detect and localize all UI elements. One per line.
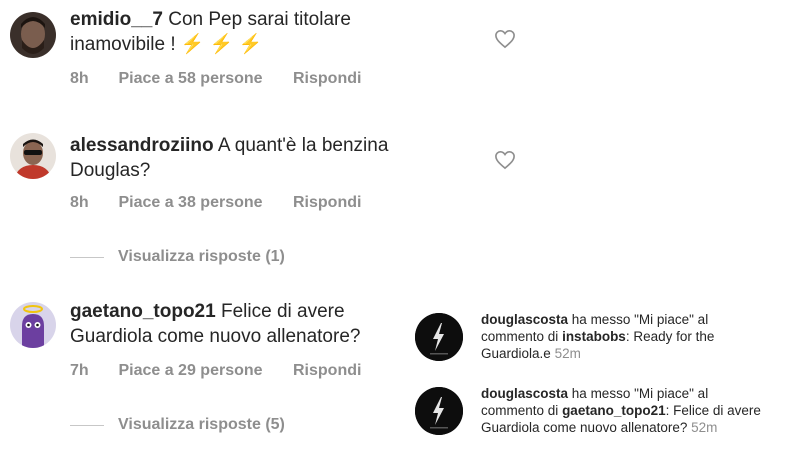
avatar[interactable]: [10, 12, 56, 58]
notification-text: Guardiola.e: [481, 346, 551, 361]
notification-text: commento di: [481, 403, 559, 418]
notification-action: ha messo "Mi piace" al: [571, 386, 709, 401]
view-replies-label: Visualizza risposte (5): [118, 416, 285, 433]
divider: [70, 256, 104, 258]
divider: [70, 424, 104, 426]
notification-text: : Ready for the: [625, 329, 715, 344]
view-replies-label: Visualizza risposte (1): [118, 248, 285, 265]
avatar[interactable]: [415, 387, 463, 435]
comment-username[interactable]: alessandroziino: [70, 135, 214, 156]
view-replies-button[interactable]: Visualizza risposte (1): [70, 248, 285, 266]
notification-action: ha messo "Mi piace" al: [571, 312, 709, 327]
comment-text: Con Pep sarai titolare: [168, 9, 351, 30]
view-replies-button[interactable]: Visualizza risposte (5): [70, 416, 285, 434]
lightning-emoji: ⚡ ⚡ ⚡: [180, 34, 263, 55]
comment-time: 8h: [70, 194, 89, 211]
comment-time: 7h: [70, 362, 89, 379]
avatar[interactable]: [10, 133, 56, 179]
comment-text: Douglas?: [70, 160, 151, 181]
heart-icon[interactable]: [494, 150, 516, 170]
notification-text: Guardiola come nuovo allenatore?: [481, 420, 688, 435]
notification-username[interactable]: douglascosta: [481, 312, 568, 327]
comment-text: inamovibile !: [70, 34, 176, 55]
notification-time: 52m: [691, 420, 718, 435]
comment-username[interactable]: emidio__7: [70, 9, 163, 30]
comment-username[interactable]: gaetano_topo21: [70, 301, 216, 322]
heart-icon[interactable]: [494, 29, 516, 49]
comment-time: 8h: [70, 70, 89, 87]
notification-target-user[interactable]: gaetano_topo21: [562, 403, 666, 418]
reply-button[interactable]: Rispondi: [293, 362, 361, 380]
comment-text: Felice di avere: [220, 301, 345, 322]
avatar[interactable]: [415, 313, 463, 361]
likes-count[interactable]: Piace a 29 persone: [118, 362, 262, 380]
comment-text: A quant'è la benzina: [217, 135, 389, 156]
likes-count[interactable]: Piace a 58 persone: [118, 70, 262, 88]
likes-count[interactable]: Piace a 38 persone: [118, 194, 262, 212]
reply-button[interactable]: Rispondi: [293, 194, 361, 212]
comment-text: Guardiola come nuovo allenatore?: [70, 326, 361, 347]
notification-text: : Felice di avere: [665, 403, 761, 418]
notification-username[interactable]: douglascosta: [481, 386, 568, 401]
notification-target-user[interactable]: instabobs: [562, 329, 626, 344]
avatar[interactable]: [10, 302, 56, 348]
reply-button[interactable]: Rispondi: [293, 70, 361, 88]
notification-text: commento di: [481, 329, 559, 344]
notification-time: 52m: [554, 346, 581, 361]
